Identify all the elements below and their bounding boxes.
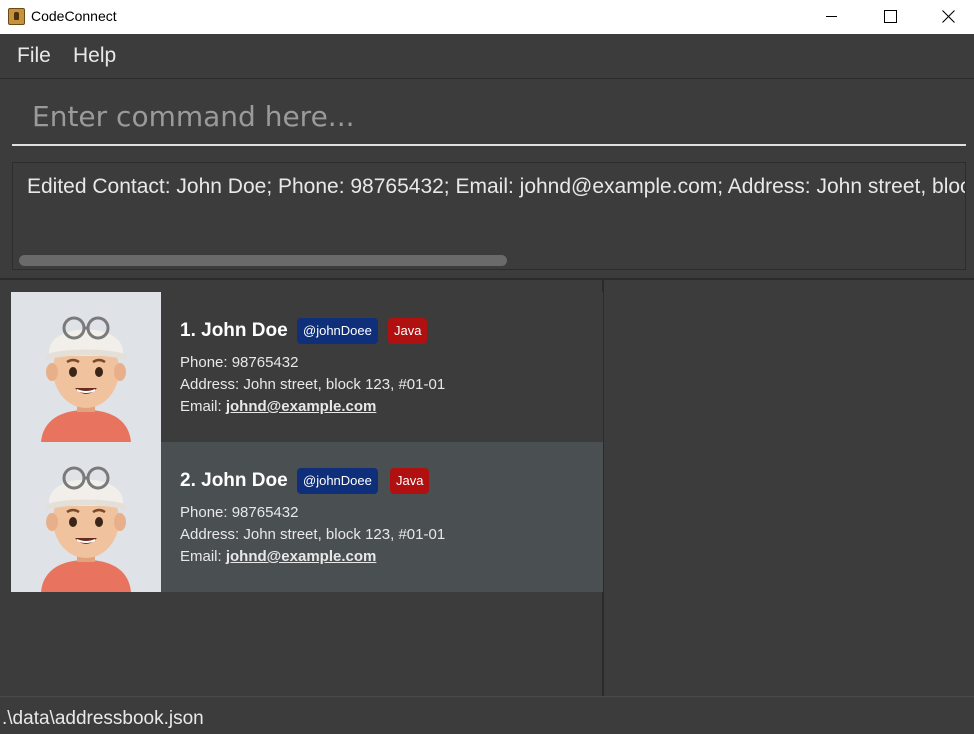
window-title: CodeConnect [31,8,117,24]
email-link[interactable]: johnd@example.com [226,548,377,565]
menu-bar: File Help [0,35,974,79]
contact-name: 1. John Doe [180,320,288,341]
contact-list[interactable]: 1. John Doe @johnDoee Java Phone: 987654… [0,280,604,698]
result-display: Edited Contact: John Doe; Phone: 9876543… [12,162,966,270]
result-text: Edited Contact: John Doe; Phone: 9876543… [27,175,965,198]
contact-address: Address: John street, block 123, #01-01 [180,526,446,543]
email-link[interactable]: johnd@example.com [226,398,377,415]
contact-name: 2. John Doe [180,470,288,491]
command-input[interactable] [12,88,966,146]
menu-help[interactable]: Help [73,44,116,68]
language-tag: Java [390,468,430,494]
command-area [0,80,974,154]
close-button[interactable] [918,0,974,34]
contact-phone: Phone: 98765432 [180,354,299,371]
app-icon [8,8,25,25]
close-icon [942,10,955,23]
handle-tag: @johnDoee [297,318,378,344]
menu-file[interactable]: File [17,44,51,68]
email-label: Email: [180,548,226,565]
contact-email-row: Email: johnd@example.com [180,398,376,415]
handle-tag: @johnDoee [297,468,378,494]
contact-phone: Phone: 98765432 [180,504,299,521]
contact-card[interactable]: 1. John Doe @johnDoee Java Phone: 987654… [11,292,603,442]
avatar [11,292,161,442]
contact-email-row: Email: johnd@example.com [180,548,376,565]
maximize-button[interactable] [860,0,918,34]
email-label: Email: [180,398,226,415]
title-bar: CodeConnect [0,0,974,34]
avatar [11,442,161,592]
language-tag: Java [388,318,428,344]
detail-pane [606,280,974,698]
main-area: 1. John Doe @johnDoee Java Phone: 987654… [0,278,974,698]
result-scrollbar[interactable] [19,255,507,266]
data-file-path: .\data\addressbook.json [2,708,204,729]
contact-card[interactable]: 2. John Doe @johnDoee Java Phone: 987654… [11,442,603,592]
contact-address: Address: John street, block 123, #01-01 [180,376,446,393]
minimize-button[interactable] [800,0,858,34]
status-bar: .\data\addressbook.json [0,696,974,734]
